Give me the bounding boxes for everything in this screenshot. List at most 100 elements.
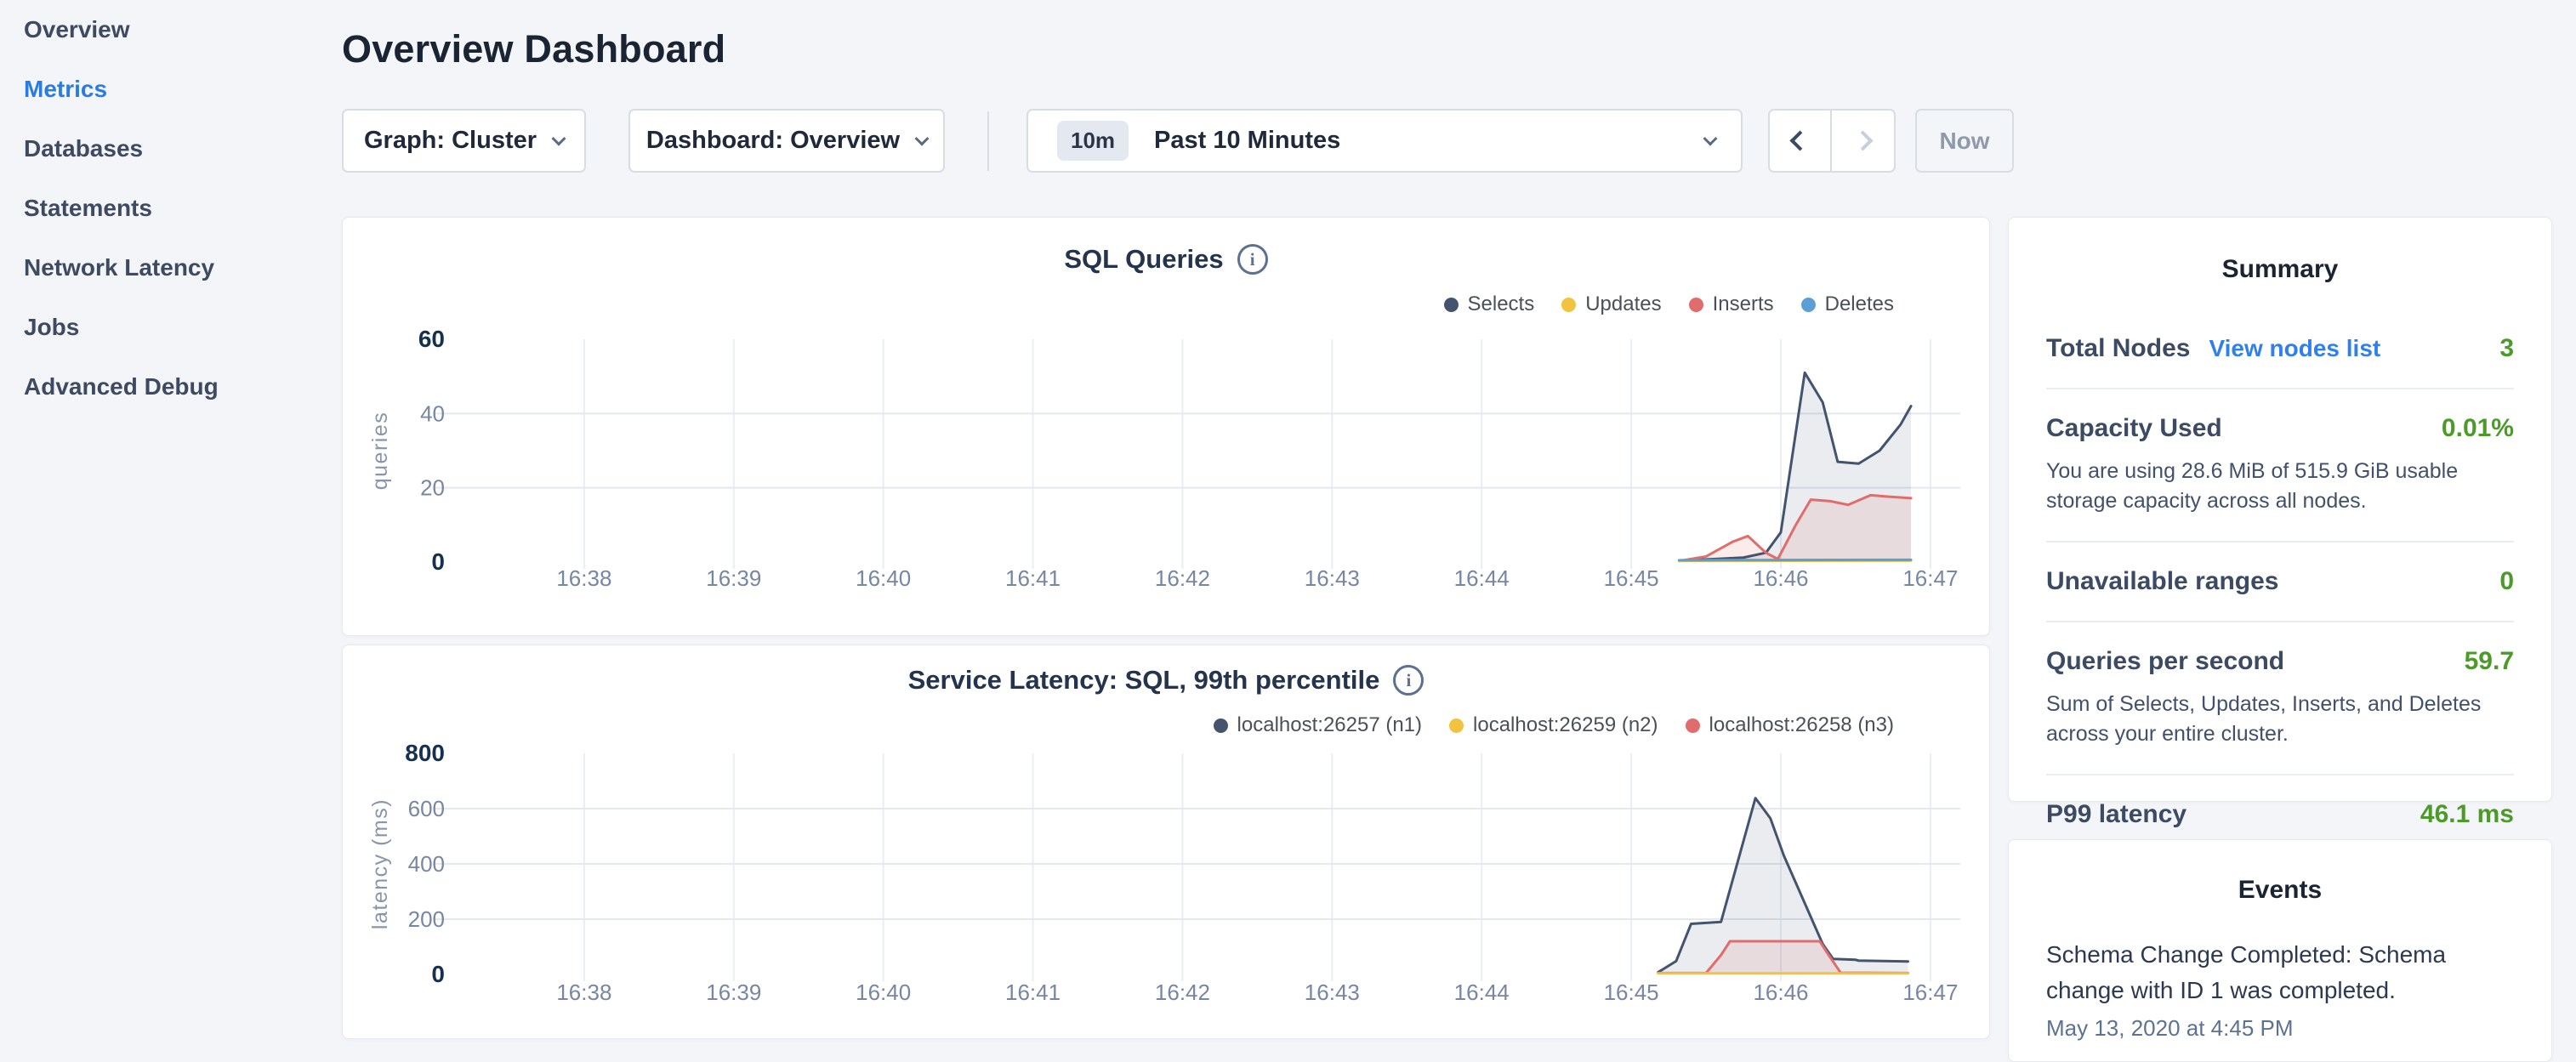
time-range-label: Past 10 Minutes [1154, 127, 1340, 155]
service-latency-chart-card: Service Latency: SQL, 99th percentile i … [342, 645, 1990, 1039]
svg-text:60: 60 [418, 326, 445, 352]
legend-dot-icon [1689, 298, 1703, 312]
svg-text:queries: queries [368, 412, 392, 491]
svg-text:16:39: 16:39 [706, 565, 761, 591]
chevron-right-icon [1852, 130, 1873, 150]
svg-text:latency (ms): latency (ms) [368, 798, 392, 929]
info-icon[interactable]: i [1393, 665, 1424, 696]
svg-text:16:38: 16:38 [556, 565, 611, 591]
sql-queries-chart-card: SQL Queries i Selects Updates Inserts Delet… [342, 217, 1990, 636]
svg-text:16:47: 16:47 [1902, 565, 1958, 591]
graph-dropdown-label: Graph: Cluster [364, 127, 537, 155]
summary-value: 59.7 [2465, 647, 2514, 676]
svg-text:16:40: 16:40 [856, 565, 911, 591]
summary-label: P99 latency [2046, 800, 2186, 829]
summary-label: Unavailable ranges [2046, 567, 2278, 596]
svg-text:16:40: 16:40 [856, 980, 911, 1005]
now-button[interactable]: Now [1915, 109, 2014, 173]
summary-row-capacity-used: Capacity Used 0.01% You are using 28.6 M… [2046, 389, 2514, 542]
sidebar-item-network-latency[interactable]: Network Latency [0, 238, 332, 298]
legend-item: Inserts [1689, 292, 1774, 316]
sidebar-item-advanced-debug[interactable]: Advanced Debug [0, 357, 332, 417]
svg-text:16:45: 16:45 [1604, 565, 1659, 591]
summary-value: 3 [2499, 334, 2514, 363]
svg-text:16:38: 16:38 [556, 980, 611, 1005]
svg-text:200: 200 [408, 906, 445, 932]
time-range-badge: 10m [1057, 121, 1129, 161]
svg-text:16:43: 16:43 [1305, 565, 1360, 591]
time-step-forward-button[interactable] [1832, 111, 1894, 171]
chart-title: Service Latency: SQL, 99th percentile [908, 665, 1380, 696]
legend-item: Selects [1444, 292, 1535, 316]
summary-row-unavailable-ranges: Unavailable ranges 0 [2046, 542, 2514, 622]
legend-label: Deletes [1825, 292, 1894, 316]
svg-text:40: 40 [420, 400, 445, 426]
legend-label: Inserts [1713, 292, 1774, 316]
legend-label: Updates [1585, 292, 1661, 316]
service-latency-chart[interactable]: 16:38 16:39 16:40 16:41 16:42 16:43 16:44 16:45… [343, 730, 1989, 1030]
summary-heading: Summary [2046, 243, 2514, 284]
sidebar-item-overview[interactable]: Overview [0, 0, 332, 60]
summary-row-total-nodes: Total Nodes View nodes list 3 [2046, 310, 2514, 389]
sidebar-item-databases[interactable]: Databases [0, 119, 332, 179]
summary-panel: Summary Total Nodes View nodes list 3 Ca… [2008, 217, 2552, 802]
svg-text:0: 0 [431, 548, 445, 575]
summary-description: You are using 28.6 MiB of 515.9 GiB usab… [2046, 457, 2514, 516]
summary-label: Total Nodes [2046, 334, 2190, 363]
summary-row-queries-per-second: Queries per second 59.7 Sum of Selects, … [2046, 622, 2514, 775]
chevron-down-icon [552, 131, 566, 145]
svg-text:16:41: 16:41 [1005, 565, 1061, 591]
graph-dropdown[interactable]: Graph: Cluster [342, 109, 586, 173]
legend-dot-icon [1801, 298, 1816, 312]
svg-text:600: 600 [408, 796, 445, 821]
events-heading: Events [2046, 864, 2514, 905]
time-step-buttons [1768, 109, 1896, 173]
event-text: Schema Change Completed: Schema change w… [2046, 937, 2514, 1008]
events-panel: Events Schema Change Completed: Schema c… [2008, 839, 2552, 1062]
svg-text:16:46: 16:46 [1753, 980, 1808, 1005]
legend-item: Updates [1561, 292, 1661, 316]
time-range-dropdown[interactable]: 10m Past 10 Minutes [1026, 109, 1743, 173]
svg-text:20: 20 [420, 475, 445, 501]
svg-text:0: 0 [431, 961, 445, 987]
summary-value: 46.1 ms [2420, 800, 2514, 829]
time-step-back-button[interactable] [1770, 111, 1832, 171]
svg-text:16:42: 16:42 [1155, 565, 1210, 591]
sidebar-item-metrics[interactable]: Metrics [0, 60, 332, 119]
svg-text:16:39: 16:39 [706, 980, 761, 1005]
svg-text:16:44: 16:44 [1454, 565, 1510, 591]
legend-item: Deletes [1801, 292, 1894, 316]
info-icon[interactable]: i [1237, 244, 1268, 275]
legend-label: Selects [1468, 292, 1535, 316]
summary-label: Capacity Used [2046, 414, 2222, 443]
sidebar-item-jobs[interactable]: Jobs [0, 298, 332, 357]
svg-text:16:41: 16:41 [1005, 980, 1061, 1005]
event-timestamp: May 13, 2020 at 4:45 PM [2046, 1015, 2514, 1042]
legend-dot-icon [1561, 298, 1576, 312]
svg-text:16:42: 16:42 [1155, 980, 1210, 1005]
summary-value: 0.01% [2442, 414, 2514, 443]
svg-text:16:47: 16:47 [1902, 980, 1958, 1005]
chart-legend: Selects Updates Inserts Deletes [1444, 292, 1895, 316]
svg-text:800: 800 [405, 740, 445, 766]
svg-text:400: 400 [408, 851, 445, 877]
svg-text:16:44: 16:44 [1454, 980, 1510, 1005]
sidebar: Overview Metrics Databases Statements Ne… [0, 0, 332, 417]
chevron-left-icon [1789, 130, 1810, 150]
summary-value: 0 [2499, 567, 2514, 596]
legend-dot-icon [1444, 298, 1459, 312]
dashboard-dropdown[interactable]: Dashboard: Overview [628, 109, 945, 173]
svg-text:16:43: 16:43 [1305, 980, 1360, 1005]
dashboard-dropdown-label: Dashboard: Overview [646, 127, 900, 155]
controls-divider [987, 111, 989, 171]
sql-queries-chart[interactable]: 16:38 16:39 16:40 16:41 16:42 16:43 16:44 16:45… [343, 320, 1989, 617]
chevron-down-icon [915, 131, 930, 145]
chart-title: SQL Queries [1064, 244, 1223, 275]
view-nodes-list-link[interactable]: View nodes list [2209, 335, 2380, 362]
page-title: Overview Dashboard [342, 27, 725, 71]
sidebar-item-statements[interactable]: Statements [0, 179, 332, 238]
chevron-down-icon [1703, 131, 1718, 145]
svg-text:16:45: 16:45 [1604, 980, 1659, 1005]
event-item[interactable]: Schema Change Completed: Schema change w… [2046, 937, 2514, 1042]
summary-description: Sum of Selects, Updates, Inserts, and De… [2046, 690, 2514, 749]
